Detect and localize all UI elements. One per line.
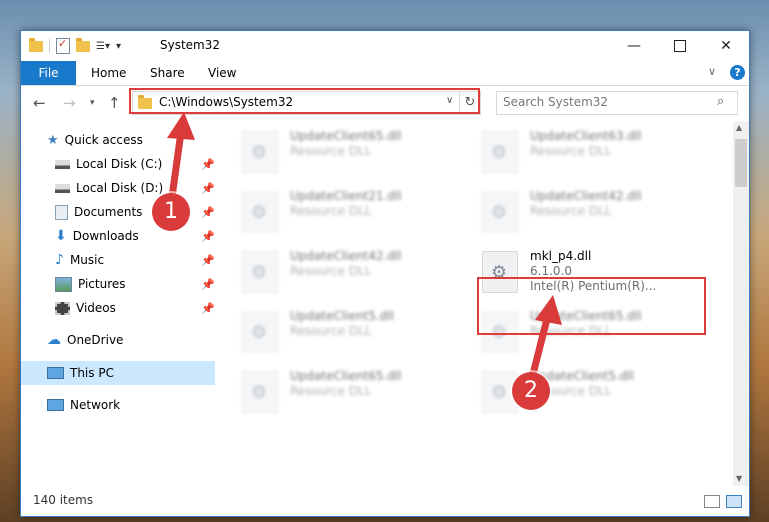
arrow-1 — [167, 112, 195, 201]
step-1-badge: 1 — [152, 193, 190, 231]
arrow-2 — [528, 295, 562, 382]
step-2-badge: 2 — [512, 372, 550, 410]
annotation-arrows — [167, 112, 562, 382]
